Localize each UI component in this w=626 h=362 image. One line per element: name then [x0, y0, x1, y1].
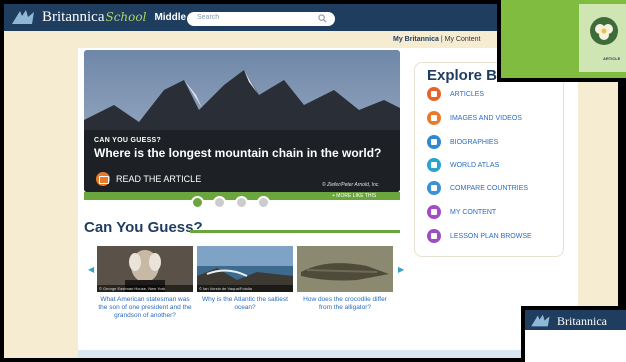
carousel-dot[interactable] [235, 196, 248, 209]
my-britannica-link[interactable]: My Britannica [393, 36, 439, 43]
menu-item-world-atlas[interactable]: WORLD ATLAS [427, 158, 499, 172]
hero-kicker: CAN YOU GUESS? [94, 137, 162, 144]
popup-label: ARTICLE [603, 56, 621, 61]
britannica-logo[interactable]: Britannica School Middle [10, 8, 186, 26]
menu-label: MY CONTENT [450, 208, 497, 216]
media-icon [427, 111, 441, 125]
menu-item-biographies[interactable]: BIOGRAPHIES [427, 135, 498, 149]
menu-item-images-videos[interactable]: IMAGES AND VIDEOS [427, 111, 522, 125]
carousel-dots [191, 196, 270, 209]
article-popup-thumbnail[interactable]: ARTICLE [497, 0, 626, 82]
thumb-crocodile[interactable] [297, 246, 393, 292]
thistle-logo-icon [10, 8, 40, 26]
chart-icon [427, 181, 441, 195]
prev-arrow-icon[interactable]: ◀ [88, 265, 94, 274]
bottom-strip [78, 350, 528, 358]
thumb-caption: © George Eastman House, New York [97, 285, 193, 292]
thistle-logo-icon [531, 314, 550, 327]
search-placeholder: Search [197, 14, 220, 21]
question-atlantic[interactable]: Why is the Atlantic the saltiest ocean? [197, 296, 293, 312]
search-icon[interactable] [318, 14, 327, 23]
more-like-this-link[interactable]: + MORE LIKE THIS [332, 193, 376, 199]
explore-title: Explore Bri [427, 67, 508, 84]
my-content-link[interactable]: My Content [445, 36, 481, 43]
thumb-caption: © Ian Vorsin de Vaqua/Fotolia [197, 285, 293, 292]
menu-item-lesson-plan[interactable]: LESSON PLAN BROWSE [427, 229, 532, 243]
biography-icon [427, 135, 441, 149]
read-article-button[interactable]: READ THE ARTICLE [96, 172, 201, 186]
menu-label: BIOGRAPHIES [450, 138, 499, 146]
menu-label: WORLD ATLAS [450, 161, 500, 169]
popup-brand: Britannica [557, 314, 607, 328]
menu-label: COMPARE COUNTRIES [450, 184, 529, 192]
mountain-image [84, 50, 400, 192]
question-statesman[interactable]: What American statesman was the son of o… [97, 296, 193, 320]
menu-item-my-content[interactable]: MY CONTENT [427, 205, 496, 219]
carousel-dot[interactable] [257, 196, 270, 209]
brand-school: School [105, 10, 147, 24]
menu-item-compare-countries[interactable]: COMPARE COUNTRIES [427, 181, 528, 195]
popup-background: Britannica [525, 310, 626, 362]
carousel-dot[interactable] [191, 196, 204, 209]
question-crocodile[interactable]: How does the crocodile differ from the a… [297, 296, 393, 312]
hero-carousel[interactable]: CAN YOU GUESS? Where is the longest moun… [84, 50, 400, 192]
nav-separator: | [440, 36, 443, 43]
can-you-guess-heading: Can You Guess? [84, 219, 203, 236]
flower-icon [590, 17, 618, 45]
thumb-statesman[interactable]: © George Eastman House, New York [97, 246, 193, 292]
brand-name: Britannica [42, 8, 105, 25]
lesson-plan-icon [427, 229, 441, 243]
search-input[interactable]: Search [187, 12, 335, 26]
heading-underline [190, 230, 400, 233]
hero-title[interactable]: Where is the longest mountain chain in t… [94, 146, 381, 160]
user-nav: My Britannica | My Content [393, 36, 480, 43]
my-content-icon [427, 205, 441, 219]
carousel-dot[interactable] [213, 196, 226, 209]
level-label[interactable]: Middle [154, 12, 186, 23]
menu-label: LESSON PLAN BROWSE [450, 232, 532, 240]
menu-label: ARTICLES [450, 90, 485, 98]
article-icon [427, 87, 441, 101]
thumb-atlantic[interactable]: © Ian Vorsin de Vaqua/Fotolia [197, 246, 293, 292]
image-credit: © Ziefer/Peter Arnold, Inc. [322, 182, 380, 188]
globe-icon [427, 158, 441, 172]
book-icon [96, 172, 110, 186]
popup-header: Britannica [525, 310, 626, 330]
britannica-popup-thumbnail[interactable]: Britannica [521, 306, 626, 362]
crocodile-image [297, 246, 393, 292]
explore-panel: Explore Bri ARTICLES IMAGES AND VIDEOS B… [414, 62, 564, 257]
read-article-label: READ THE ARTICLE [116, 174, 202, 184]
hero-caption: CAN YOU GUESS? Where is the longest moun… [94, 137, 381, 160]
next-arrow-icon[interactable]: ▶ [398, 265, 404, 274]
menu-label: IMAGES AND VIDEOS [450, 114, 522, 122]
menu-item-articles[interactable]: ARTICLES [427, 87, 484, 101]
